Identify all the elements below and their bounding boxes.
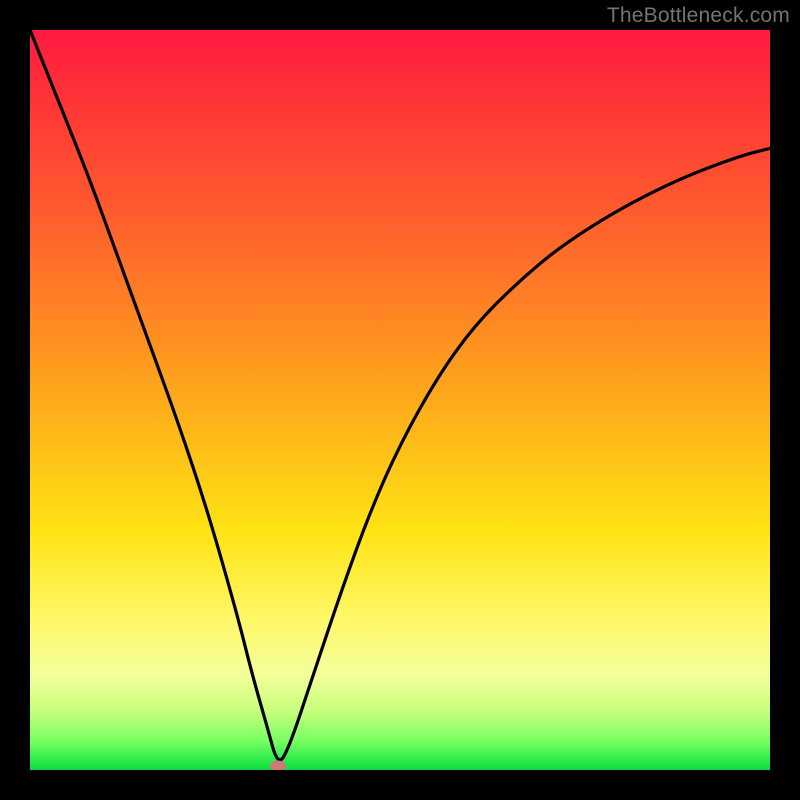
minimum-marker — [270, 761, 286, 770]
watermark-text: TheBottleneck.com — [607, 4, 790, 28]
chart-frame: TheBottleneck.com — [0, 0, 800, 800]
plot-area — [30, 30, 770, 770]
curve-path — [30, 30, 770, 760]
bottleneck-curve — [30, 30, 770, 770]
